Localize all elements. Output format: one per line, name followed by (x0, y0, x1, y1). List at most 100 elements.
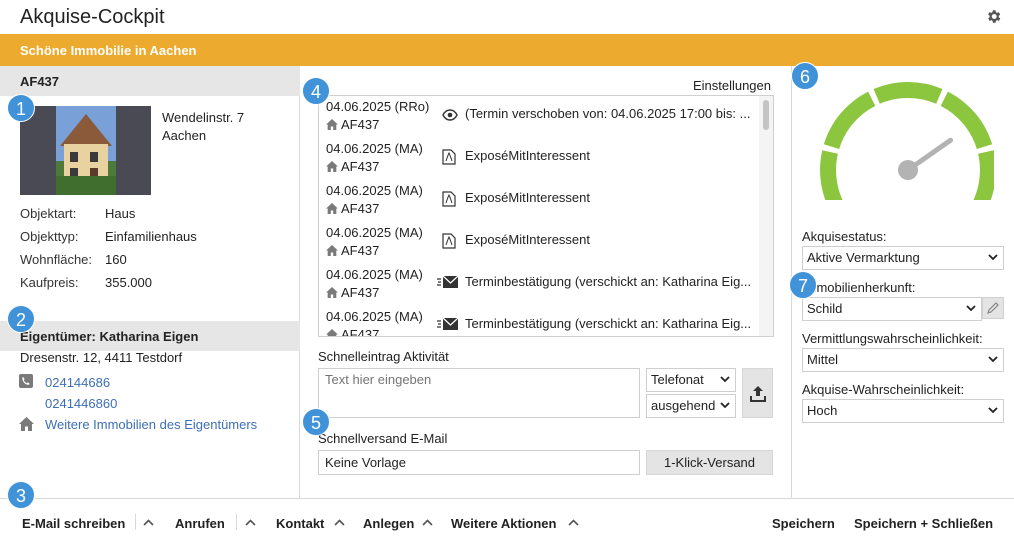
owner-phone-1[interactable]: 024144686 (45, 375, 110, 390)
more-actions-menu[interactable]: Weitere Aktionen (451, 516, 556, 531)
activity-text: ExposéMitInteressent (465, 232, 591, 247)
owner-phone-2[interactable]: 0241446860 (45, 396, 117, 411)
brokerage-probability-select[interactable]: Mittel (802, 348, 1004, 372)
save-close-button[interactable]: Speichern + Schließen (854, 516, 993, 531)
chevron-up-icon[interactable] (334, 519, 345, 526)
activity-date: 04.06.2025 (MA) (326, 267, 423, 282)
property-origin-select[interactable]: Schild (802, 297, 982, 321)
gear-icon[interactable] (985, 8, 1002, 25)
property-panel: AF437 Wendelinstr. 7 Aachen Objektart: H… (0, 66, 300, 498)
detail-value: 355.000 (105, 275, 152, 290)
detail-value: Einfamilienhaus (105, 229, 197, 244)
property-id: AF437 (0, 66, 300, 96)
contact-menu[interactable]: Kontakt (276, 516, 324, 531)
chevron-down-icon (966, 305, 976, 312)
upload-icon (750, 386, 766, 402)
one-click-send-button[interactable]: 1-Klick-Versand (646, 450, 773, 475)
status-label: Akquisestatus: (802, 229, 887, 244)
activity-row[interactable]: 04.06.2025 (MA) AF437 ExposéMitInteresse… (319, 180, 759, 222)
activity-date: 04.06.2025 (MA) (326, 141, 423, 156)
call-button[interactable]: Anrufen (175, 516, 225, 531)
activity-object-id: AF437 (341, 117, 380, 132)
settings-link[interactable]: Einstellungen (693, 78, 771, 93)
callout-badge-2: 2 (7, 305, 35, 333)
activity-text: Terminbestätigung (verschickt an: Kathar… (465, 274, 752, 289)
callout-badge-5: 5 (302, 408, 330, 436)
detail-row: Wohnfläche: 160 (20, 252, 197, 275)
pdf-icon (442, 149, 456, 165)
upload-button[interactable] (742, 368, 773, 418)
quick-mail-label: Schnellversand E-Mail (318, 431, 448, 446)
callout-badge-1: 1 (7, 94, 35, 122)
home-icon (326, 245, 338, 256)
more-owner-properties-link[interactable]: Weitere Immobilien des Eigentümers (45, 417, 257, 432)
activity-direction-select[interactable]: ausgehend (646, 394, 736, 418)
create-menu[interactable]: Anlegen (363, 516, 414, 531)
acquisition-probability-value: Hoch (807, 403, 838, 418)
activity-object: AF437 (326, 159, 379, 174)
home-icon (326, 287, 338, 298)
activity-object-id: AF437 (341, 285, 380, 300)
activity-type-select[interactable]: Telefonat (646, 368, 736, 392)
chevron-down-icon (988, 254, 998, 261)
mail-template-select[interactable]: Keine Vorlage (318, 450, 640, 475)
chevron-down-icon (988, 407, 998, 414)
activity-list[interactable]: 04.06.2025 (RRo) AF437 (Termin verschobe… (318, 95, 774, 337)
activity-object: AF437 (326, 117, 379, 132)
chevron-up-icon[interactable] (568, 519, 579, 526)
separator (236, 514, 237, 530)
activity-row[interactable]: 04.06.2025 (MA) AF437 Terminbestätigung … (319, 264, 759, 306)
write-email-button[interactable]: E-Mail schreiben (22, 516, 125, 531)
chevron-down-icon (720, 402, 730, 409)
activity-text: (Termin verschoben von: 04.06.2025 17:00… (465, 106, 751, 121)
activity-row[interactable]: 04.06.2025 (MA) AF437 Terminbestätigung … (319, 306, 759, 336)
chevron-up-icon[interactable] (422, 519, 433, 526)
detail-row: Kaufpreis: 355.000 (20, 275, 197, 298)
email-sent-icon (437, 275, 459, 288)
brokerage-probability-value: Mittel (807, 352, 839, 367)
brokerage-probability-label: Vermittlungswahrscheinlichkeit: (802, 331, 983, 346)
scrollbar-thumb[interactable] (763, 100, 769, 130)
activity-row[interactable]: 04.06.2025 (RRo) AF437 (Termin verschobe… (319, 96, 759, 138)
activity-text: ExposéMitInteressent (465, 148, 591, 163)
activity-date: 04.06.2025 (MA) (326, 225, 423, 240)
acquisition-probability-select[interactable]: Hoch (802, 399, 1004, 423)
origin-label: Immobilienherkunft: (802, 280, 916, 295)
pdf-icon (442, 191, 456, 207)
activity-scrollbar[interactable] (759, 96, 773, 336)
email-sent-icon (437, 317, 459, 330)
owner-address: Dresenstr. 12, 4411 Testdorf (20, 350, 183, 365)
activity-object-id: AF437 (341, 243, 380, 258)
quick-entry-label: Schnelleintrag Aktivität (318, 349, 449, 364)
callout-badge-3: 3 (7, 481, 35, 509)
activity-row[interactable]: 04.06.2025 (MA) AF437 ExposéMitInteresse… (319, 222, 759, 264)
property-address: Wendelinstr. 7 Aachen (162, 109, 244, 145)
action-bar: E-Mail schreiben Anrufen Kontakt Anlegen… (0, 498, 1014, 542)
status-value: Aktive Vermarktung (807, 250, 920, 265)
edit-origin-button[interactable] (982, 297, 1004, 319)
home-icon (19, 417, 34, 431)
acquisition-status-select[interactable]: Aktive Vermarktung (802, 246, 1004, 270)
activity-object-id: AF437 (341, 159, 380, 174)
home-icon (326, 329, 338, 336)
activity-date: 04.06.2025 (MA) (326, 183, 423, 198)
save-button[interactable]: Speichern (772, 516, 835, 531)
property-photo[interactable] (20, 106, 151, 195)
title-bar: Akquise-Cockpit (0, 0, 1014, 34)
chevron-up-icon[interactable] (245, 519, 256, 526)
property-city: Aachen (162, 128, 207, 143)
quick-entry-input[interactable] (318, 368, 640, 418)
activity-text: Terminbestätigung (verschickt an: Kathar… (465, 316, 752, 331)
object-banner: Schöne Immobilie in Aachen (0, 34, 1014, 66)
activity-object: AF437 (326, 243, 379, 258)
chevron-up-icon[interactable] (143, 519, 154, 526)
home-icon (326, 161, 338, 172)
probability-gauge (820, 82, 994, 200)
gauge-segment (973, 150, 994, 200)
pencil-icon (987, 302, 999, 314)
callout-badge-4: 4 (302, 77, 330, 105)
activity-row[interactable]: 04.06.2025 (MA) AF437 ExposéMitInteresse… (319, 138, 759, 180)
activity-direction-value: ausgehend (651, 398, 716, 413)
detail-label: Objektart: (20, 206, 77, 221)
home-icon (326, 203, 338, 214)
